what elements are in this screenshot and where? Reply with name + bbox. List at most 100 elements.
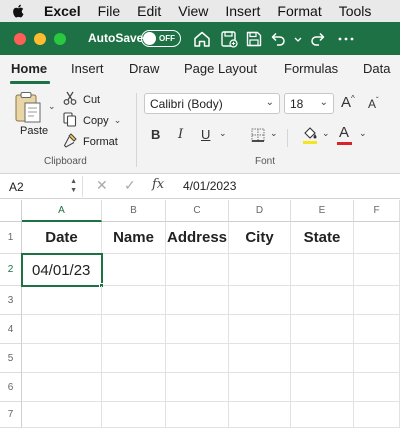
formula-input[interactable]: 4/01/2023: [183, 179, 236, 193]
format-painter-button[interactable]: Format: [62, 132, 118, 151]
underline-button[interactable]: U: [201, 127, 210, 142]
fill-color-button[interactable]: [302, 125, 318, 148]
cell-b6[interactable]: [102, 373, 166, 402]
copy-dropdown-icon[interactable]: ⌄: [114, 115, 122, 126]
decrease-font-size-button[interactable]: Aˇ: [368, 96, 379, 111]
cell-f3[interactable]: [354, 286, 400, 315]
cell-a6[interactable]: [22, 373, 102, 402]
save-icon[interactable]: [244, 29, 264, 49]
save-as-icon[interactable]: [219, 29, 239, 49]
cell-a1[interactable]: Date: [22, 222, 102, 254]
cell-c6[interactable]: [166, 373, 229, 402]
cell-e1[interactable]: State: [291, 222, 354, 254]
paste-icon[interactable]: [14, 91, 44, 125]
cell-d5[interactable]: [229, 344, 291, 373]
row-header-1[interactable]: 1: [0, 222, 22, 254]
row-header-2[interactable]: 2: [0, 254, 22, 286]
column-header-a[interactable]: A: [22, 200, 102, 222]
cell-e7[interactable]: [291, 402, 354, 428]
menu-file[interactable]: File: [98, 3, 121, 19]
paste-dropdown-icon[interactable]: ⌄: [48, 101, 56, 112]
cell-e3[interactable]: [291, 286, 354, 315]
minimize-window-button[interactable]: [34, 33, 46, 45]
borders-dropdown-icon[interactable]: ⌄: [270, 128, 278, 139]
column-header-b[interactable]: B: [102, 200, 166, 222]
tab-data[interactable]: Data: [363, 61, 390, 76]
cell-f4[interactable]: [354, 315, 400, 344]
row-header-5[interactable]: 5: [0, 344, 22, 373]
cut-button[interactable]: Cut: [62, 90, 100, 109]
paste-button-label[interactable]: Paste: [20, 125, 48, 137]
menu-edit[interactable]: Edit: [137, 3, 161, 19]
cell-e6[interactable]: [291, 373, 354, 402]
font-family-select[interactable]: Calibri (Body) ⌄: [144, 93, 280, 114]
name-box-stepper-icon[interactable]: ▲ ▼: [70, 177, 77, 195]
cell-e5[interactable]: [291, 344, 354, 373]
bold-button[interactable]: B: [151, 127, 160, 142]
borders-button[interactable]: [250, 127, 266, 146]
font-color-dropdown-icon[interactable]: ⌄: [359, 128, 367, 139]
font-size-select[interactable]: 18 ⌄: [284, 93, 334, 114]
menu-view[interactable]: View: [178, 3, 208, 19]
menu-insert[interactable]: Insert: [225, 3, 260, 19]
cell-d4[interactable]: [229, 315, 291, 344]
cell-b7[interactable]: [102, 402, 166, 428]
cell-c2[interactable]: [166, 254, 229, 286]
cell-f5[interactable]: [354, 344, 400, 373]
name-box[interactable]: A2 ▲ ▼: [3, 176, 83, 197]
tab-formulas[interactable]: Formulas: [284, 61, 338, 76]
confirm-formula-icon[interactable]: ✓: [124, 177, 136, 194]
row-header-3[interactable]: 3: [0, 286, 22, 315]
italic-button[interactable]: I: [178, 127, 183, 142]
cell-a7[interactable]: [22, 402, 102, 428]
row-header-7[interactable]: 7: [0, 402, 22, 428]
cell-d1[interactable]: City: [229, 222, 291, 254]
autosave-toggle[interactable]: OFF: [141, 30, 181, 47]
column-header-d[interactable]: D: [229, 200, 291, 222]
cell-f1[interactable]: [354, 222, 400, 254]
cell-a2-selected[interactable]: 04/01/23: [21, 253, 103, 287]
redo-icon[interactable]: [308, 29, 328, 49]
cell-f7[interactable]: [354, 402, 400, 428]
cell-c7[interactable]: [166, 402, 229, 428]
column-header-e[interactable]: E: [291, 200, 354, 222]
cell-a5[interactable]: [22, 344, 102, 373]
cell-c3[interactable]: [166, 286, 229, 315]
cell-d2[interactable]: [229, 254, 291, 286]
row-header-6[interactable]: 6: [0, 373, 22, 402]
menu-tools[interactable]: Tools: [339, 3, 372, 19]
cell-d6[interactable]: [229, 373, 291, 402]
cell-d7[interactable]: [229, 402, 291, 428]
increase-font-size-button[interactable]: A^: [341, 94, 355, 111]
cell-b4[interactable]: [102, 315, 166, 344]
select-all-corner[interactable]: [0, 200, 22, 222]
cell-c5[interactable]: [166, 344, 229, 373]
home-icon[interactable]: [192, 29, 212, 49]
cell-c4[interactable]: [166, 315, 229, 344]
column-header-c[interactable]: C: [166, 200, 229, 222]
copy-button[interactable]: Copy ⌄: [62, 111, 121, 130]
undo-icon[interactable]: [268, 29, 288, 49]
cell-d3[interactable]: [229, 286, 291, 315]
fill-color-dropdown-icon[interactable]: ⌄: [322, 128, 330, 139]
cell-a4[interactable]: [22, 315, 102, 344]
cancel-formula-icon[interactable]: ✕: [96, 177, 108, 194]
tab-insert[interactable]: Insert: [71, 61, 104, 76]
underline-dropdown-icon[interactable]: ⌄: [219, 128, 227, 139]
cell-a3[interactable]: [22, 286, 102, 315]
cell-e2[interactable]: [291, 254, 354, 286]
menu-format[interactable]: Format: [277, 3, 321, 19]
tab-draw[interactable]: Draw: [129, 61, 159, 76]
column-header-f[interactable]: F: [354, 200, 400, 222]
tab-home[interactable]: Home: [11, 61, 47, 76]
undo-dropdown-icon[interactable]: [288, 29, 302, 49]
cell-e4[interactable]: [291, 315, 354, 344]
font-color-button[interactable]: A: [337, 124, 352, 145]
cell-f6[interactable]: [354, 373, 400, 402]
menu-app-excel[interactable]: Excel: [44, 3, 81, 19]
cell-b1[interactable]: Name: [102, 222, 166, 254]
cell-b3[interactable]: [102, 286, 166, 315]
apple-icon[interactable]: [12, 3, 28, 19]
zoom-window-button[interactable]: [54, 33, 66, 45]
insert-function-button[interactable]: fx: [152, 177, 164, 192]
